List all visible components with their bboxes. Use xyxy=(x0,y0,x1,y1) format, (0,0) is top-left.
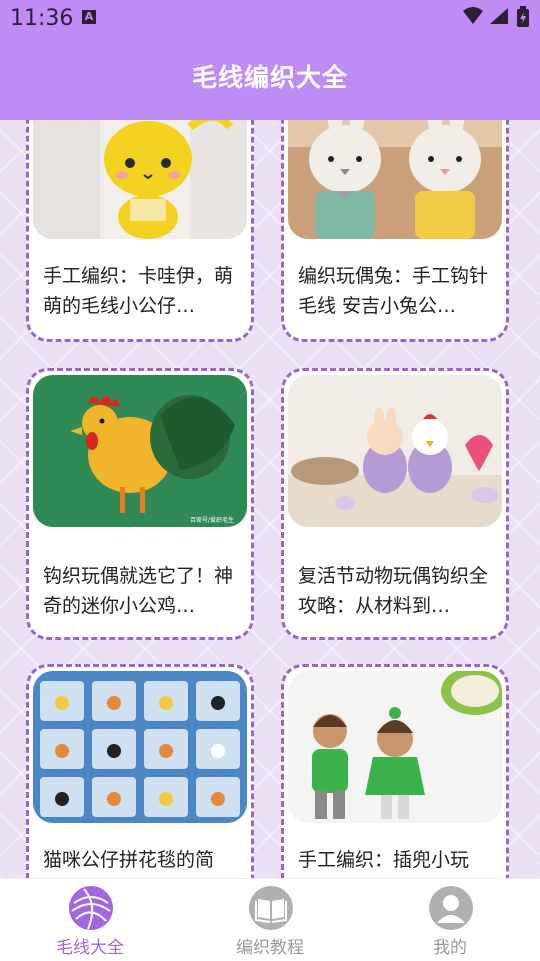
user-icon xyxy=(429,886,473,930)
card-image xyxy=(288,120,502,239)
nav-tab-profile[interactable]: 我的 xyxy=(390,879,510,961)
yarn-ball-icon xyxy=(69,886,113,930)
nav-label: 编织教程 xyxy=(236,938,304,958)
nav-tab-tutorials[interactable]: 编织教程 xyxy=(210,879,330,961)
article-grid[interactable]: 手工编织：卡哇伊，萌萌的毛线小公仔… 编织玩偶兔：手工钩针毛线 安吉小兔公… 百… xyxy=(0,120,540,878)
bottom-navigation: 毛线大全 编织教程 我的 xyxy=(0,878,540,961)
article-card[interactable]: 百家号/爱织毛生 钩织玩偶就选它了！神奇的迷你小公鸡… xyxy=(26,368,254,640)
nav-label: 毛线大全 xyxy=(56,938,124,958)
wifi-icon xyxy=(463,7,483,24)
card-image xyxy=(33,120,247,239)
card-title: 复活节动物玩偶钩织全攻略：从材料到… xyxy=(298,565,489,617)
card-title: 编织玩偶兔：手工钩针毛线 安吉小兔公… xyxy=(298,265,489,317)
card-title: 手工编织：卡哇伊，萌萌的毛线小公仔… xyxy=(43,265,234,317)
card-image xyxy=(33,671,247,823)
card-image: 百家号/爱织毛生 xyxy=(33,375,247,527)
image-watermark: 百家号/爱织毛生 xyxy=(190,516,234,524)
article-card[interactable]: 手工编织：卡哇伊，萌萌的毛线小公仔… xyxy=(26,120,254,342)
card-title: 猫咪公仔拼花毯的简 xyxy=(43,849,215,871)
card-image xyxy=(288,671,502,823)
nav-tab-yarn[interactable]: 毛线大全 xyxy=(30,879,150,961)
app-header: 11:36 A 毛线编织大全 xyxy=(0,0,540,120)
status-bar: 11:36 A xyxy=(0,0,540,36)
article-card[interactable]: 手工编织：插兜小玩 xyxy=(281,664,509,878)
status-time: 11:36 xyxy=(10,6,74,31)
card-title: 钩织玩偶就选它了！神奇的迷你小公鸡… xyxy=(43,565,234,617)
battery-charging-icon xyxy=(517,6,529,27)
card-title: 手工编织：插兜小玩 xyxy=(298,849,470,871)
page-title: 毛线编织大全 xyxy=(191,63,348,92)
article-card[interactable]: 编织玩偶兔：手工钩针毛线 安吉小兔公… xyxy=(281,120,509,342)
card-image xyxy=(288,375,502,527)
signal-icon xyxy=(490,8,508,24)
article-card[interactable]: 猫咪公仔拼花毯的简 xyxy=(26,664,254,878)
nav-label: 我的 xyxy=(433,938,467,958)
book-icon xyxy=(249,886,293,930)
article-card[interactable]: 复活节动物玩偶钩织全攻略：从材料到… xyxy=(281,368,509,640)
notification-icon: A xyxy=(82,10,96,24)
